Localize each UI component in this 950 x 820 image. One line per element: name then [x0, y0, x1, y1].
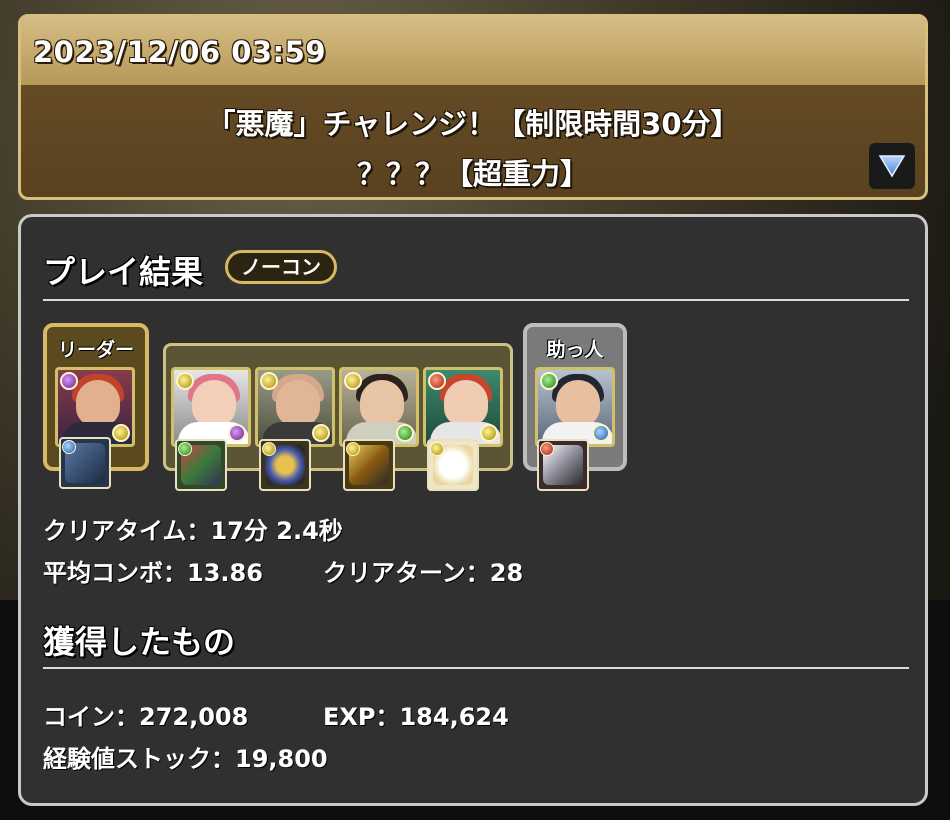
clear-turns: クリアターン：28: [323, 559, 524, 587]
attribute-orb-icon: [260, 372, 278, 390]
sub-monster-card-4[interactable]: [423, 367, 503, 447]
portrait-face: [556, 380, 600, 426]
play-result-heading: プレイ結果: [43, 253, 204, 291]
assist-equip-2[interactable]: [259, 439, 311, 491]
sub-monster-card-2[interactable]: [255, 367, 335, 447]
helper-label: 助っ人: [546, 339, 604, 361]
results-panel: プレイ結果 ノーコン リーダー 助っ人 クリアタイム：17分 2.4秒 平均コン…: [18, 214, 928, 806]
attribute-orb-icon: [540, 372, 558, 390]
coins-earned: コイン：272,008: [43, 703, 249, 731]
sub-monster-card-3[interactable]: [339, 367, 419, 447]
portrait-face: [444, 380, 488, 426]
sub-attribute-orb-icon: [480, 424, 498, 442]
leader-assist-equip[interactable]: [59, 437, 111, 489]
dungeon-title: 「悪魔」チャレンジ！【制限時間30分】: [206, 107, 740, 141]
divider: [43, 667, 909, 669]
clear-time: クリアタイム：17分 2.4秒: [43, 517, 343, 545]
leader-label: リーダー: [57, 339, 134, 361]
triangle-down-icon: [878, 155, 906, 178]
exp-earned: EXP：184,624: [323, 703, 509, 731]
assist-equip-1[interactable]: [175, 439, 227, 491]
sub-attribute-orb-icon: [228, 424, 246, 442]
attribute-orb-icon: [428, 372, 446, 390]
average-combo: 平均コンボ：13.86: [43, 559, 263, 587]
earned-heading: 獲得したもの: [43, 623, 236, 661]
attribute-orb-icon: [178, 442, 192, 456]
sub-attribute-orb-icon: [396, 424, 414, 442]
leader-monster-card[interactable]: [55, 367, 135, 447]
helper-assist-equip[interactable]: [537, 439, 589, 491]
attribute-orb-icon: [346, 442, 360, 456]
attribute-orb-icon: [430, 442, 444, 456]
dungeon-banner: 2023/12/06 03:59 「悪魔」チャレンジ！【制限時間30分】 ？？？…: [18, 14, 928, 200]
portrait-face: [276, 380, 320, 426]
attribute-orb-icon: [262, 442, 276, 456]
portrait-face: [360, 380, 404, 426]
attribute-orb-icon: [540, 442, 554, 456]
assist-equip-4[interactable]: [427, 439, 479, 491]
floor-title: ？？？【超重力】: [356, 157, 589, 191]
attribute-orb-icon: [176, 372, 194, 390]
exp-stock: 経験値ストック：19,800: [43, 745, 328, 773]
divider: [43, 299, 909, 301]
sub-monster-card-1[interactable]: [171, 367, 251, 447]
sub-attribute-orb-icon: [592, 424, 610, 442]
sub-attribute-orb-icon: [112, 424, 130, 442]
sub-attribute-orb-icon: [312, 424, 330, 442]
helper-monster-card[interactable]: [535, 367, 615, 447]
assist-equip-3[interactable]: [343, 439, 395, 491]
no-continue-badge: ノーコン: [225, 250, 337, 284]
attribute-orb-icon: [344, 372, 362, 390]
attribute-orb-icon: [60, 372, 78, 390]
portrait-face: [192, 380, 236, 426]
portrait-face: [76, 380, 120, 426]
expand-button[interactable]: [869, 143, 915, 189]
play-datetime: 2023/12/06 03:59: [33, 35, 327, 69]
attribute-orb-icon: [62, 440, 76, 454]
